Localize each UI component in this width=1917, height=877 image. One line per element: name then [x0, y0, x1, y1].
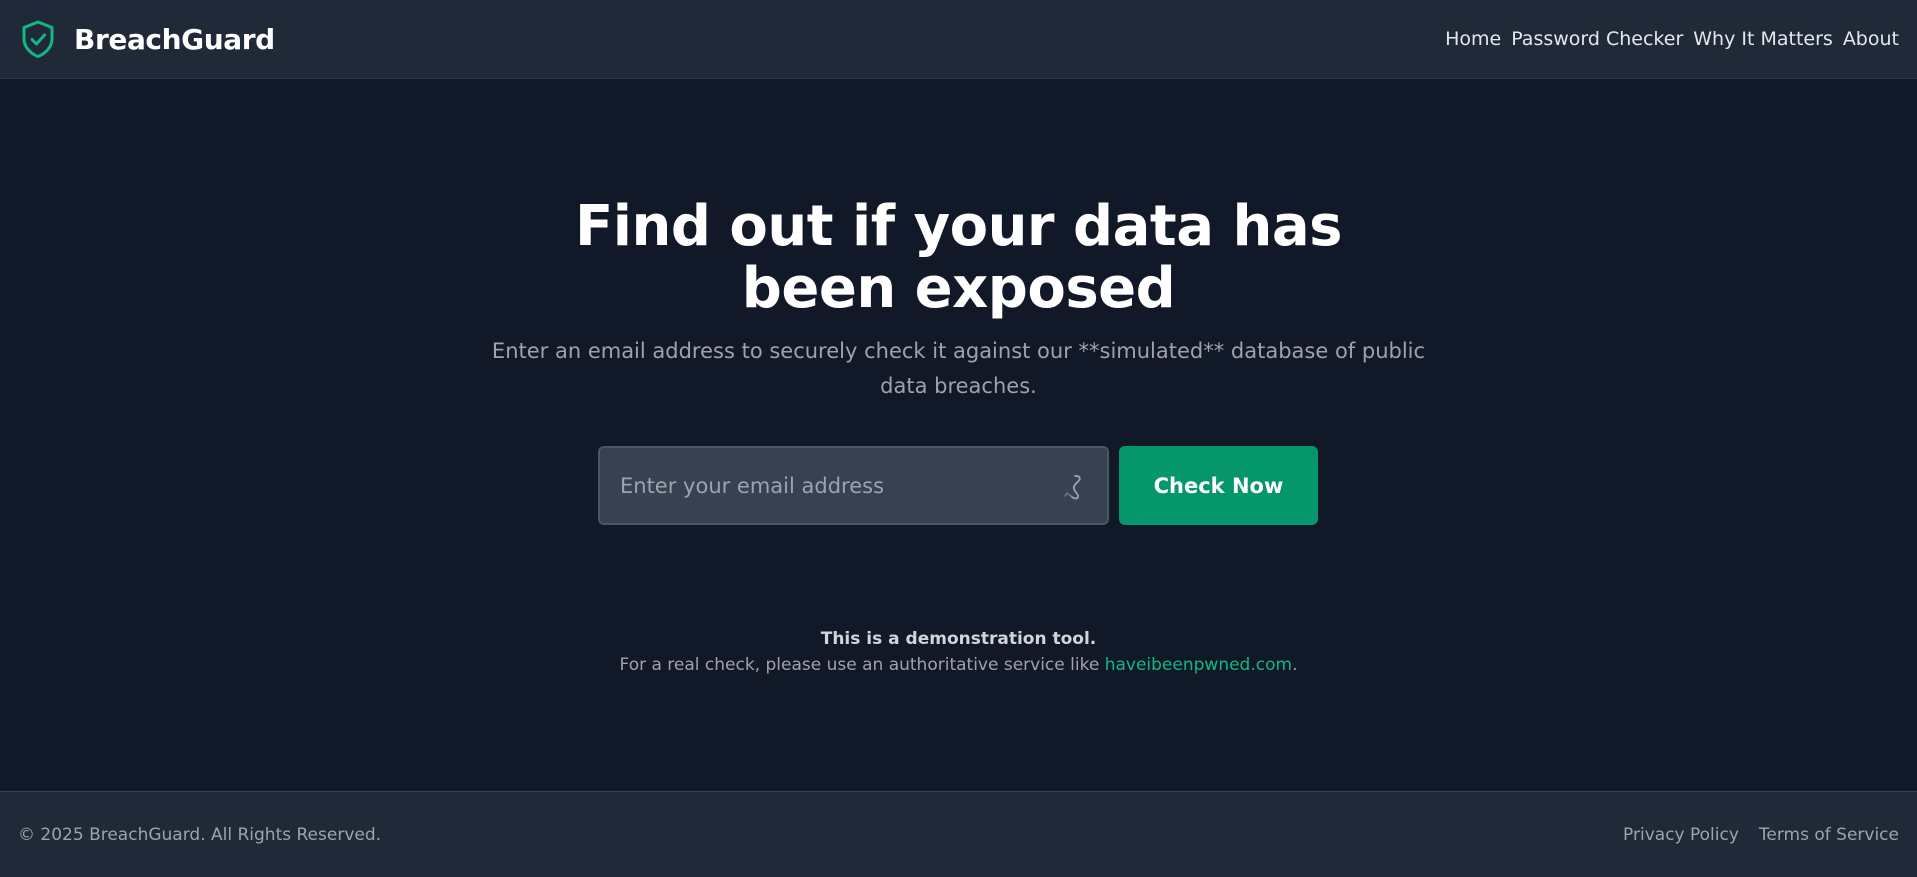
terms-of-service-link[interactable]: Terms of Service	[1759, 825, 1899, 845]
footer-links: Privacy Policy Terms of Service	[1623, 825, 1899, 845]
nav-why-it-matters[interactable]: Why It Matters	[1693, 28, 1833, 50]
hero-subtitle: Enter an email address to securely check…	[491, 339, 1426, 398]
email-check-form: Check Now	[598, 446, 1318, 525]
privacy-policy-link[interactable]: Privacy Policy	[1623, 825, 1739, 845]
copyright: © 2025 BreachGuard. All Rights Reserved.	[18, 824, 382, 845]
shield-check-icon	[22, 20, 54, 58]
notice-text-before: For a real check, please use an authorit…	[619, 655, 1105, 675]
site-header: BreachGuard Home Password Checker Why It…	[0, 0, 1917, 79]
demo-notice: This is a demonstration tool. For a real…	[0, 626, 1917, 678]
hibp-link[interactable]: haveibeenpwned.com	[1105, 655, 1292, 675]
site-footer: © 2025 BreachGuard. All Rights Reserved.…	[0, 791, 1917, 877]
brand-name: BreachGuard	[74, 22, 275, 56]
notice-text-after: .	[1292, 655, 1298, 675]
notice-title: This is a demonstration tool.	[820, 629, 1097, 649]
brand[interactable]: BreachGuard	[20, 19, 275, 59]
hook-icon	[1064, 475, 1081, 500]
notice-text: For a real check, please use an authorit…	[0, 652, 1917, 678]
main-nav: Home Password Checker Why It Matters Abo…	[1445, 28, 1899, 50]
hero: Find out if your data has been exposed E…	[0, 196, 1917, 404]
email-input[interactable]	[600, 448, 1107, 523]
nav-home[interactable]: Home	[1445, 28, 1501, 50]
check-now-button[interactable]: Check Now	[1119, 446, 1318, 525]
nav-password-checker[interactable]: Password Checker	[1511, 28, 1683, 50]
hero-title: Find out if your data has been exposed	[575, 194, 1342, 321]
email-field-wrapper	[598, 446, 1109, 525]
nav-about[interactable]: About	[1843, 28, 1899, 50]
